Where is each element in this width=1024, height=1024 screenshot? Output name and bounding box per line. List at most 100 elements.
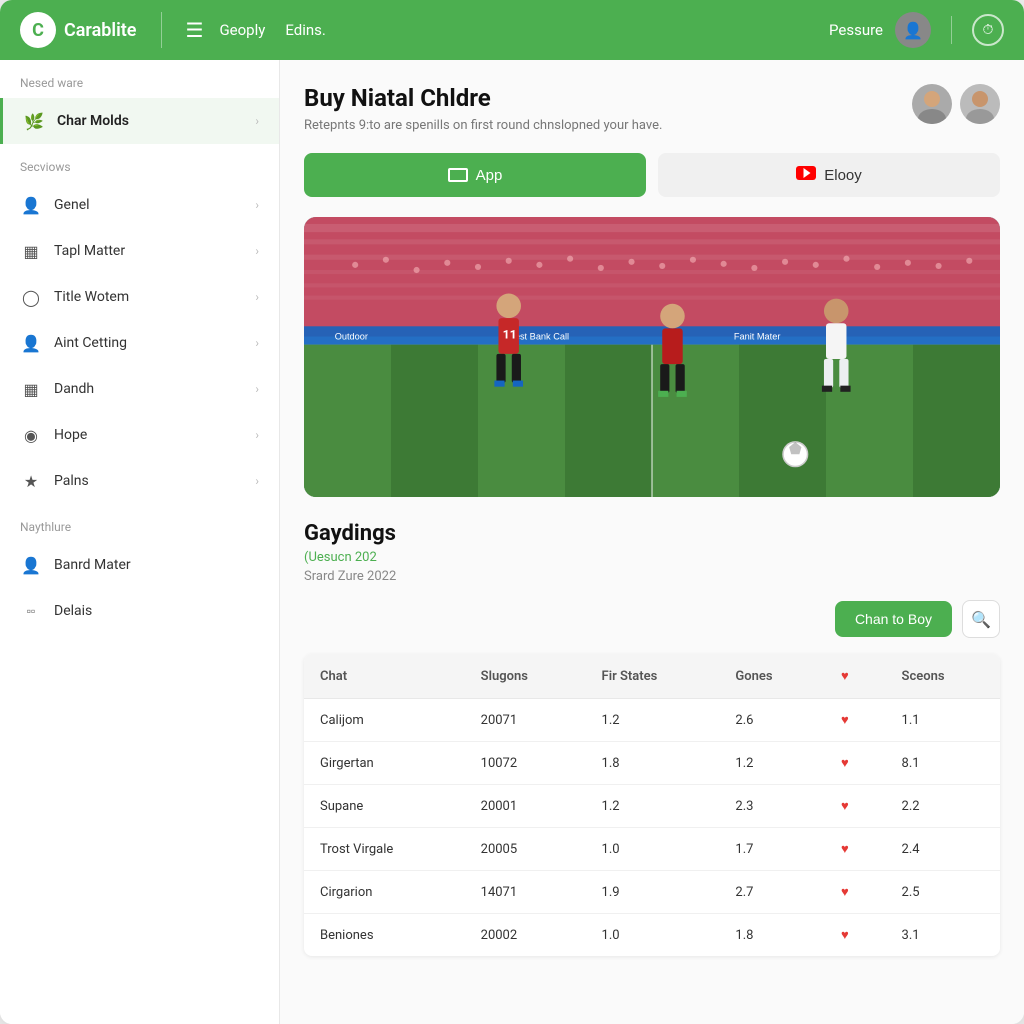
table-row: Cirgarion140711.92.7♥2.5 — [304, 871, 1000, 914]
tapl-matter-chevron: › — [255, 244, 259, 258]
image-banner: Outdoor Best Bank Call Fanit Mater — [304, 217, 1000, 497]
app-body: Nesed ware 🌿 Char Molds › Secviows 👤 Gen… — [0, 60, 1024, 1024]
table-cell-4-1: 14071 — [465, 871, 586, 914]
logo-icon: C — [20, 12, 56, 48]
table-cell-3-3: 1.7 — [719, 828, 825, 871]
action-buttons: App Elooy — [304, 153, 1000, 197]
sidebar-item-delais[interactable]: ▫▫ Delais — [0, 588, 279, 634]
table-cell-3-1: 20005 — [465, 828, 586, 871]
col-chat: Chat — [304, 654, 465, 699]
table-cell-2-1: 20001 — [465, 785, 586, 828]
sidebar-section-2-label: Secviows — [0, 144, 279, 182]
hamburger-icon[interactable]: ☰ — [186, 18, 204, 42]
nav-right: Pessure 👤 ⏱ — [829, 12, 1004, 48]
nav-link-geoply[interactable]: Geoply — [219, 21, 265, 39]
aint-cetting-icon: 👤 — [20, 332, 42, 354]
sidebar: Nesed ware 🌿 Char Molds › Secviows 👤 Gen… — [0, 60, 280, 1024]
table-cell-1-2: 1.8 — [586, 742, 720, 785]
sidebar-item-aint-cetting[interactable]: 👤 Aint Cetting › — [0, 320, 279, 366]
sidebar-item-genel[interactable]: 👤 Genel › — [0, 182, 279, 228]
col-heart: ♥ — [825, 654, 886, 699]
table-cell-5-2: 1.0 — [586, 914, 720, 957]
logo-name: Carablite — [64, 20, 137, 41]
table-cell-1-1: 10072 — [465, 742, 586, 785]
aint-cetting-chevron: › — [255, 336, 259, 350]
table-cell-5-3: 1.8 — [719, 914, 825, 957]
sidebar-item-hope[interactable]: ◉ Hope › — [0, 412, 279, 458]
header-avatar-2 — [960, 84, 1000, 124]
heart-cell-icon: ♥ — [841, 756, 849, 771]
table-cell-0-4: ♥ — [825, 699, 886, 742]
heart-cell-icon: ♥ — [841, 842, 849, 857]
title-wotem-chevron: › — [255, 290, 259, 304]
page-title: Buy Niatal Chldre — [304, 84, 912, 112]
char-molds-label: Char Molds — [57, 113, 243, 129]
table-cell-4-0: Cirgarion — [304, 871, 465, 914]
nav-divider — [161, 12, 162, 48]
table-cell-2-0: Supane — [304, 785, 465, 828]
table-cell-3-2: 1.0 — [586, 828, 720, 871]
col-sceons: Sceons — [886, 654, 1000, 699]
table-cell-1-4: ♥ — [825, 742, 886, 785]
clock-icon[interactable]: ⏱ — [972, 14, 1004, 46]
btn-primary-label: App — [476, 167, 503, 184]
search-button[interactable]: 🔍 — [962, 600, 1000, 638]
table-row: Beniones200021.01.8♥3.1 — [304, 914, 1000, 957]
chan-to-boy-button[interactable]: Chan to Boy — [835, 601, 952, 637]
col-fir-states: Fir States — [586, 654, 720, 699]
sidebar-item-banrd-mater[interactable]: 👤 Banrd Mater — [0, 542, 279, 588]
table-cell-2-4: ♥ — [825, 785, 886, 828]
avatar[interactable]: 👤 — [895, 12, 931, 48]
page-header-text: Buy Niatal Chldre Retepnts 9:to are spen… — [304, 84, 912, 133]
section-actions: Chan to Boy 🔍 — [304, 600, 1000, 638]
app-button[interactable]: App — [304, 153, 646, 197]
table-cell-3-4: ♥ — [825, 828, 886, 871]
aint-cetting-label: Aint Cetting — [54, 335, 243, 351]
table-cell-4-4: ♥ — [825, 871, 886, 914]
elooy-button[interactable]: Elooy — [658, 153, 1000, 197]
nav-link-edins[interactable]: Edins. — [285, 21, 325, 39]
dandh-chevron: › — [255, 382, 259, 396]
palns-chevron: › — [255, 474, 259, 488]
nav-right-divider — [951, 16, 952, 44]
table-cell-0-1: 20071 — [465, 699, 586, 742]
col-gones: Gones — [719, 654, 825, 699]
banrd-mater-icon: 👤 — [20, 554, 42, 576]
table-cell-5-5: 3.1 — [886, 914, 1000, 957]
table-cell-1-0: Girgertan — [304, 742, 465, 785]
hope-label: Hope — [54, 427, 243, 443]
table-cell-4-5: 2.5 — [886, 871, 1000, 914]
main-content: Buy Niatal Chldre Retepnts 9:to are spen… — [280, 60, 1024, 1024]
title-wotem-label: Title Wotem — [54, 289, 243, 305]
section-title: Gaydings — [304, 521, 1000, 546]
banrd-mater-label: Banrd Mater — [54, 557, 259, 573]
table-cell-4-2: 1.9 — [586, 871, 720, 914]
nav-links: Geoply Edins. — [219, 21, 325, 39]
sidebar-item-title-wotem[interactable]: ◯ Title Wotem › — [0, 274, 279, 320]
heart-cell-icon: ♥ — [841, 799, 849, 814]
sidebar-item-tapl-matter[interactable]: ▦ Tapl Matter › — [0, 228, 279, 274]
table-cell-4-3: 2.7 — [719, 871, 825, 914]
header-avatars — [912, 84, 1000, 124]
table-cell-5-4: ♥ — [825, 914, 886, 957]
table-row: Supane200011.22.3♥2.2 — [304, 785, 1000, 828]
yt-btn-icon — [796, 166, 816, 184]
sidebar-item-dandh[interactable]: ▦ Dandh › — [0, 366, 279, 412]
char-molds-chevron: › — [255, 114, 259, 128]
table-cell-2-5: 2.2 — [886, 785, 1000, 828]
table-cell-0-0: Calijom — [304, 699, 465, 742]
section-subtitle: (Uesucn 202 — [304, 550, 1000, 565]
data-table: Chat Slugons Fir States Gones ♥ Sceons C… — [304, 654, 1000, 956]
delais-label: Delais — [54, 603, 259, 619]
col-slugons: Slugons — [465, 654, 586, 699]
table-row: Trost Virgale200051.01.7♥2.4 — [304, 828, 1000, 871]
table-cell-0-5: 1.1 — [886, 699, 1000, 742]
logo-area: C Carablite — [20, 12, 137, 48]
page-subtitle: Retepnts 9:to are spenills on first roun… — [304, 118, 912, 133]
sidebar-item-char-molds[interactable]: 🌿 Char Molds › — [0, 98, 279, 144]
svg-text:Outdoor: Outdoor — [335, 332, 368, 342]
sidebar-item-palns[interactable]: ★ Palns › — [0, 458, 279, 504]
header-avatar-1 — [912, 84, 952, 124]
table-cell-5-1: 20002 — [465, 914, 586, 957]
delais-icon: ▫▫ — [20, 600, 42, 622]
